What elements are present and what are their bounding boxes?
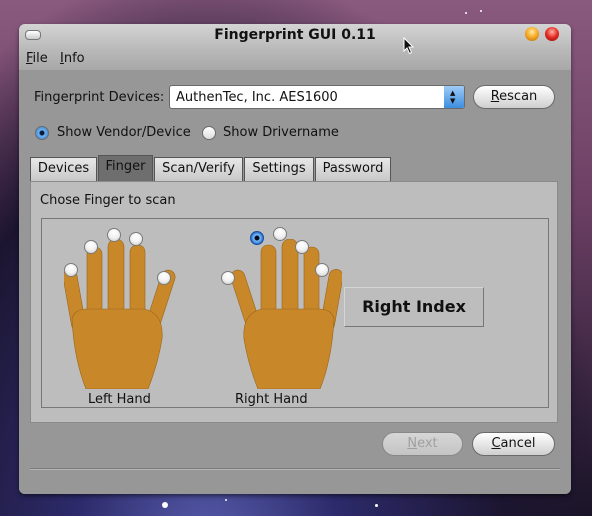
tab-scan-verify[interactable]: Scan/Verify — [154, 157, 243, 181]
next-button[interactable]: Next — [382, 432, 463, 456]
cancel-button[interactable]: Cancel — [472, 432, 555, 456]
menu-bar: File Info — [19, 46, 571, 70]
finger-heading: Chose Finger to scan — [40, 193, 176, 208]
rescan-mnemonic: R — [490, 89, 500, 104]
finger-radio-left-little[interactable] — [64, 263, 78, 277]
tab-password[interactable]: Password — [315, 157, 391, 181]
next-label: ext — [417, 436, 438, 451]
devices-label: Fingerprint Devices: — [34, 90, 165, 105]
menu-info-label: nfo — [63, 51, 85, 66]
footer-separator — [30, 468, 560, 470]
show-drivername-label: Show Drivername — [223, 125, 339, 140]
app-window: Fingerprint GUI 0.11 File Info Fingerpri… — [19, 24, 571, 494]
finger-radio-right-thumb[interactable] — [221, 271, 235, 285]
menu-file[interactable]: File — [26, 51, 48, 66]
close-window-button[interactable] — [545, 27, 559, 41]
desktop-star — [465, 12, 467, 14]
hand-selector: Left Hand Right Hand Right Index — [41, 218, 549, 408]
finger-radio-right-index[interactable] — [250, 231, 264, 245]
left-hand-image — [64, 239, 176, 389]
show-vendor-radio[interactable] — [35, 126, 49, 140]
select-arrows-icon[interactable]: ▲ ▼ — [444, 86, 464, 108]
rescan-button[interactable]: Rescan — [473, 85, 555, 109]
finger-radio-left-middle[interactable] — [107, 228, 121, 242]
right-hand-label: Right Hand — [235, 392, 308, 407]
right-hand-image — [230, 239, 342, 389]
tab-finger[interactable]: Finger — [98, 155, 153, 181]
rescan-label: escan — [499, 89, 538, 104]
next-mnemonic: N — [407, 436, 418, 451]
finger-radio-right-ring[interactable] — [295, 240, 309, 254]
desktop-star — [225, 499, 227, 501]
finger-radio-left-thumb[interactable] — [157, 271, 171, 285]
selected-finger-display: Right Index — [344, 287, 484, 327]
show-vendor-label: Show Vendor/Device — [57, 125, 191, 140]
window-title: Fingerprint GUI 0.11 — [214, 27, 376, 43]
menu-file-label: ile — [32, 51, 48, 66]
device-select[interactable]: AuthenTec, Inc. AES1600 ▲ ▼ — [169, 85, 465, 109]
finger-radio-right-little[interactable] — [315, 263, 329, 277]
finger-radio-right-middle[interactable] — [273, 227, 287, 241]
title-bar[interactable]: Fingerprint GUI 0.11 — [19, 24, 571, 46]
tab-settings[interactable]: Settings — [244, 157, 314, 181]
device-select-value: AuthenTec, Inc. AES1600 — [176, 90, 338, 105]
cancel-mnemonic: C — [491, 436, 501, 451]
show-drivername-radio[interactable] — [202, 126, 216, 140]
cancel-label: ancel — [500, 436, 536, 451]
finger-radio-left-ring[interactable] — [84, 240, 98, 254]
finger-radio-left-index[interactable] — [129, 232, 143, 246]
left-hand-label: Left Hand — [88, 392, 151, 407]
mouse-cursor-icon — [403, 37, 415, 55]
minimize-button[interactable] — [525, 27, 539, 41]
desktop-star — [375, 504, 378, 507]
tab-devices[interactable]: Devices — [30, 157, 97, 181]
main-content: Fingerprint Devices: AuthenTec, Inc. AES… — [19, 70, 571, 494]
desktop-star — [480, 10, 482, 12]
desktop-star — [162, 502, 168, 508]
menu-info[interactable]: Info — [60, 51, 85, 66]
finger-tab-panel: Chose Finger to scan Left Hand Right Han… — [30, 181, 558, 423]
